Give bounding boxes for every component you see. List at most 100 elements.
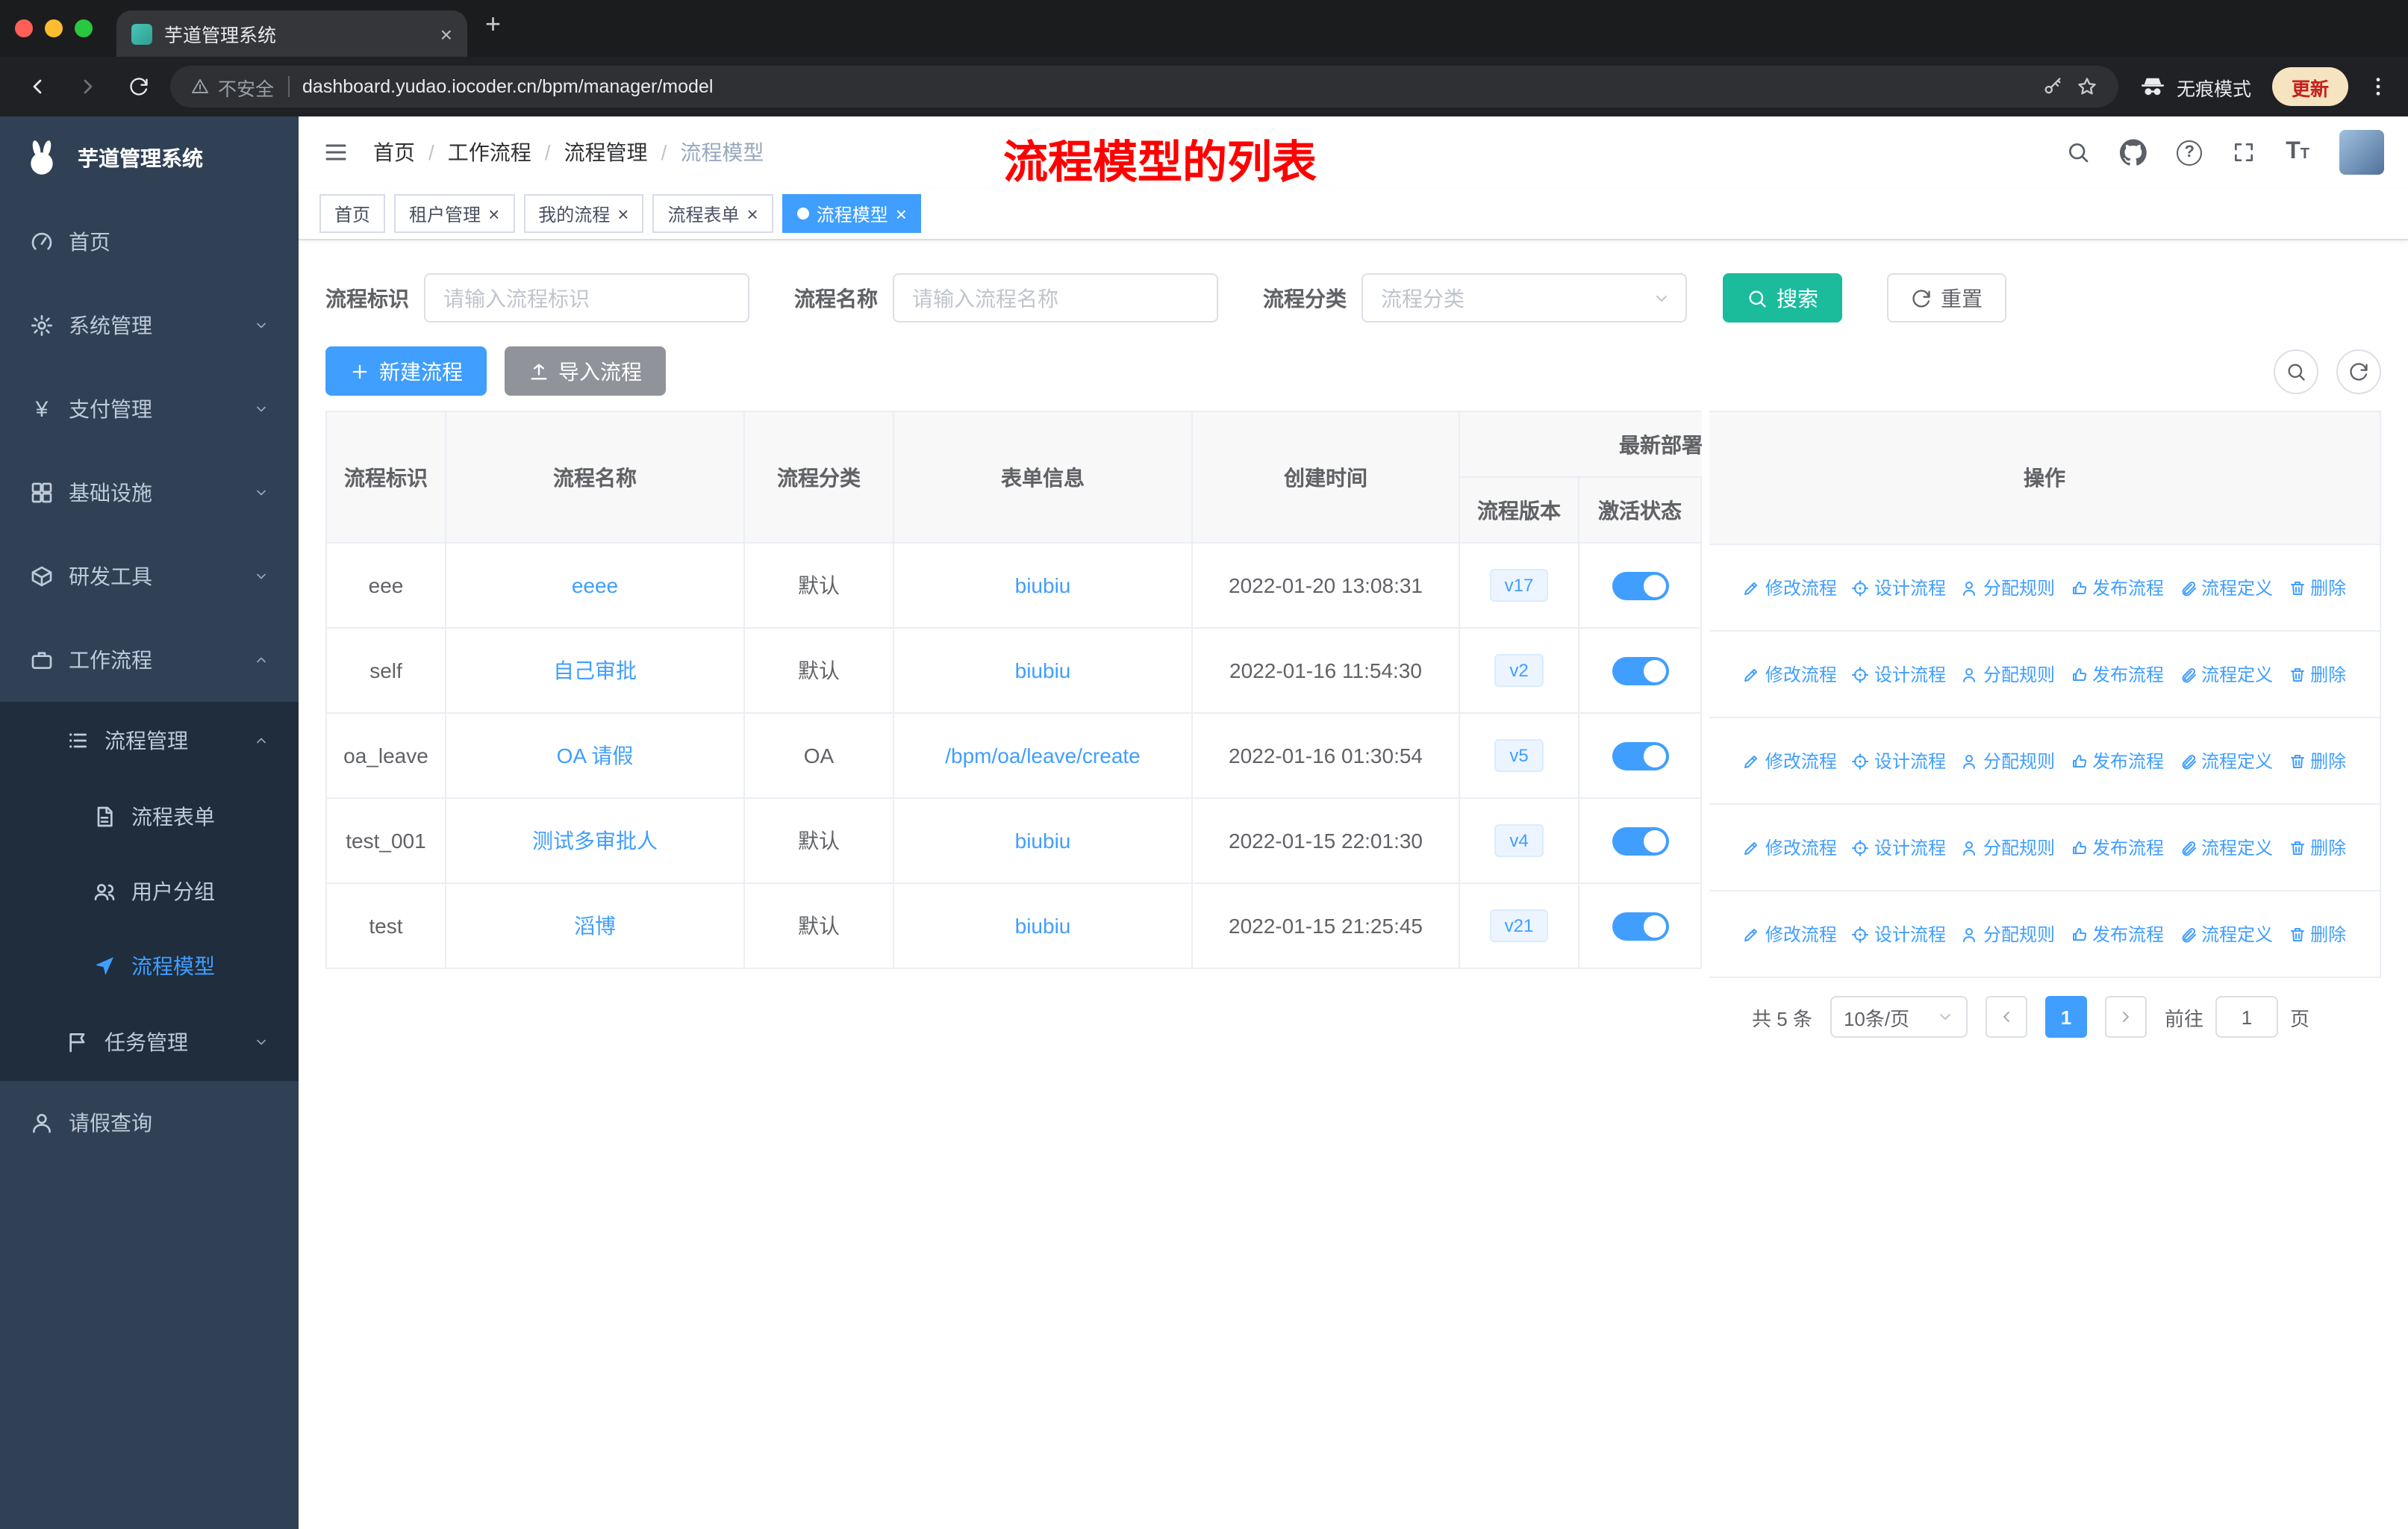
sidebar-item-task-mgmt[interactable]: 任务管理: [0, 1003, 299, 1081]
help-icon[interactable]: [2177, 140, 2203, 165]
security-chip[interactable]: 不安全: [191, 72, 274, 101]
action-assign[interactable]: 分配规则: [1961, 748, 2055, 773]
search-button[interactable]: 搜索: [1723, 273, 1842, 323]
process-key-input[interactable]: [424, 273, 749, 323]
action-delete[interactable]: 删除: [2288, 835, 2346, 860]
sidebar-item-infra[interactable]: 基础设施: [0, 451, 299, 535]
breadcrumb-workflow[interactable]: 工作流程: [415, 137, 531, 167]
action-design[interactable]: 设计流程: [1852, 575, 1946, 600]
breadcrumb-process-mgmt[interactable]: 流程管理: [531, 137, 648, 167]
bookmark-star-icon[interactable]: [2077, 75, 2097, 97]
sidebar-item-payment[interactable]: 支付管理: [0, 367, 299, 451]
action-assign[interactable]: 分配规则: [1961, 575, 2055, 600]
action-definition[interactable]: 流程定义: [2179, 575, 2273, 600]
github-icon[interactable]: [2120, 139, 2147, 166]
sidebar-item-home[interactable]: 首页: [0, 200, 299, 284]
process-name-link[interactable]: eeee: [572, 573, 618, 597]
action-delete[interactable]: 删除: [2288, 921, 2346, 947]
action-delete[interactable]: 删除: [2288, 575, 2346, 600]
action-definition[interactable]: 流程定义: [2179, 748, 2273, 773]
browser-menu-icon[interactable]: [2366, 73, 2390, 100]
sidebar-item-system[interactable]: 系统管理: [0, 284, 299, 367]
action-publish[interactable]: 发布流程: [2070, 921, 2164, 947]
sidebar-item-workflow[interactable]: 工作流程: [0, 618, 299, 702]
avatar[interactable]: [2339, 130, 2384, 175]
page-size-select[interactable]: 10条/页: [1830, 996, 1968, 1038]
sidebar-item-leave-query[interactable]: 请假查询: [0, 1081, 299, 1165]
process-name-link[interactable]: 测试多审批人: [532, 829, 658, 853]
browser-tab[interactable]: 芋道管理系统: [116, 10, 467, 57]
close-icon[interactable]: [747, 204, 758, 223]
tag-my-process[interactable]: 我的流程: [523, 194, 644, 233]
window-close-button[interactable]: [15, 19, 33, 37]
action-edit[interactable]: 修改流程: [1743, 748, 1837, 773]
tab-close-icon[interactable]: [440, 23, 452, 44]
sidebar-item-process-model[interactable]: 流程模型: [0, 929, 299, 1003]
action-publish[interactable]: 发布流程: [2070, 748, 2164, 773]
close-icon[interactable]: [617, 204, 628, 223]
page-number-1[interactable]: 1: [2044, 996, 2087, 1038]
action-edit[interactable]: 修改流程: [1743, 921, 1837, 947]
action-delete[interactable]: 删除: [2288, 748, 2346, 773]
goto-page-input[interactable]: [2215, 996, 2278, 1038]
window-zoom-button[interactable]: [75, 19, 93, 37]
passwords-key-icon[interactable]: [2042, 75, 2063, 97]
action-delete[interactable]: 删除: [2288, 661, 2346, 687]
action-definition[interactable]: 流程定义: [2179, 835, 2273, 860]
tag-home[interactable]: 首页: [319, 194, 386, 233]
forward-button[interactable]: [69, 67, 107, 106]
form-info-link[interactable]: biubiu: [1015, 829, 1071, 853]
action-publish[interactable]: 发布流程: [2070, 661, 2164, 687]
import-process-button[interactable]: 导入流程: [505, 346, 666, 396]
action-definition[interactable]: 流程定义: [2179, 921, 2273, 947]
action-design[interactable]: 设计流程: [1852, 748, 1946, 773]
active-toggle[interactable]: [1612, 741, 1668, 770]
close-icon[interactable]: [488, 204, 499, 223]
action-design[interactable]: 设计流程: [1852, 661, 1946, 687]
action-publish[interactable]: 发布流程: [2070, 575, 2164, 600]
form-info-link[interactable]: biubiu: [1015, 573, 1071, 597]
fullscreen-icon[interactable]: [2232, 139, 2256, 166]
active-toggle[interactable]: [1612, 826, 1668, 855]
category-select[interactable]: 流程分类: [1361, 273, 1687, 323]
process-name-link[interactable]: 滔博: [574, 914, 616, 938]
tag-process-form[interactable]: 流程表单: [652, 194, 773, 233]
process-name-link[interactable]: OA 请假: [557, 744, 634, 767]
action-publish[interactable]: 发布流程: [2070, 835, 2164, 860]
address-bar[interactable]: 不安全 dashboard.yudao.iocoder.cn/bpm/manag…: [170, 66, 2118, 108]
action-edit[interactable]: 修改流程: [1743, 661, 1837, 687]
process-name-input[interactable]: [893, 273, 1218, 323]
back-button[interactable]: [18, 67, 57, 106]
window-minimize-button[interactable]: [45, 19, 63, 37]
new-tab-button[interactable]: [485, 8, 501, 40]
action-design[interactable]: 设计流程: [1852, 921, 1946, 947]
search-icon[interactable]: [2066, 139, 2090, 166]
active-toggle[interactable]: [1612, 656, 1668, 685]
reset-button[interactable]: 重置: [1887, 273, 2006, 323]
action-edit[interactable]: 修改流程: [1743, 575, 1837, 600]
tag-process-model[interactable]: 流程模型: [782, 194, 922, 233]
toggle-search-button[interactable]: [2274, 349, 2318, 393]
next-page-button[interactable]: [2104, 996, 2147, 1038]
action-assign[interactable]: 分配规则: [1961, 661, 2055, 687]
refresh-table-button[interactable]: [2336, 349, 2381, 393]
form-info-link[interactable]: biubiu: [1015, 658, 1071, 682]
update-button[interactable]: 更新: [2271, 67, 2348, 106]
action-design[interactable]: 设计流程: [1852, 835, 1946, 860]
sidebar-item-devtools[interactable]: 研发工具: [0, 535, 299, 618]
create-process-button[interactable]: 新建流程: [325, 346, 487, 396]
breadcrumb-home[interactable]: 首页: [373, 137, 415, 167]
sidebar-item-process-form[interactable]: 流程表单: [0, 779, 299, 854]
tag-tenant-mgmt[interactable]: 租户管理: [394, 194, 515, 233]
action-edit[interactable]: 修改流程: [1743, 835, 1837, 860]
reload-button[interactable]: [119, 67, 158, 106]
sidebar-item-process-mgmt[interactable]: 流程管理: [0, 702, 299, 779]
close-icon[interactable]: [896, 204, 907, 223]
process-name-link[interactable]: 自己审批: [553, 658, 637, 682]
sidebar-collapse-icon[interactable]: [322, 139, 349, 166]
form-info-link[interactable]: biubiu: [1015, 914, 1071, 938]
active-toggle[interactable]: [1612, 912, 1668, 940]
font-size-icon[interactable]: [2286, 139, 2309, 166]
action-assign[interactable]: 分配规则: [1961, 921, 2055, 947]
action-definition[interactable]: 流程定义: [2179, 661, 2273, 687]
